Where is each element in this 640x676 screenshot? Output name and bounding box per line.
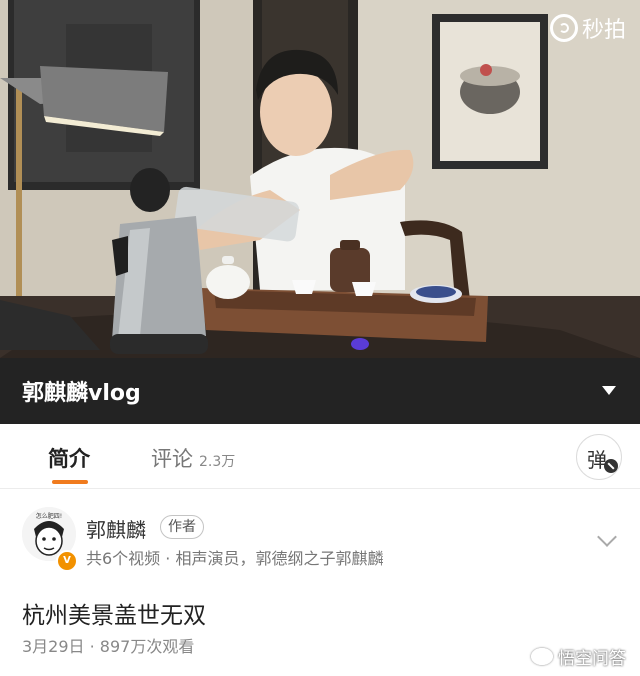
channel-title: 郭麒麟vlog [22,381,141,406]
video-title-bar[interactable]: 郭麒麟vlog [0,358,640,424]
active-tab-indicator [52,480,88,484]
wukong-watermark: 悟空问答 [531,644,626,669]
author-description: 共6个视频 · 相声演员，郭德纲之子郭麒麟 [86,549,384,568]
tab-comments[interactable]: 评论 2.3万 [151,443,235,473]
watermark-text: 秒拍 [581,18,626,43]
danmu-toggle-button[interactable]: 弹 [576,434,622,480]
video-title: 杭州美景盖世无双 [22,603,206,629]
verified-badge-icon: V [56,550,78,572]
footer-watermark-text: 悟空问答 [558,649,626,669]
chat-bubble-icon [531,648,553,665]
avatar-caption: 怎么肥四! [36,512,62,520]
miaopai-watermark: 秒拍 [549,12,626,44]
comments-count: 2.3万 [199,454,236,470]
caret-down-icon[interactable] [602,386,616,395]
tab-comments-label: 评论 [151,447,193,471]
miaopai-logo-icon [549,14,578,42]
tab-bar: 简介 评论 2.3万 弹 [0,424,640,489]
tab-intro[interactable]: 简介 [48,443,90,473]
author-name[interactable]: 郭麒麟 [86,514,146,543]
video-player[interactable]: 秒拍 [0,0,640,358]
video-frame-image [0,0,640,358]
video-meta: 3月29日 · 897万次观看 [22,637,195,656]
author-tag: 作者 [160,515,204,539]
danmu-off-icon [604,459,618,473]
